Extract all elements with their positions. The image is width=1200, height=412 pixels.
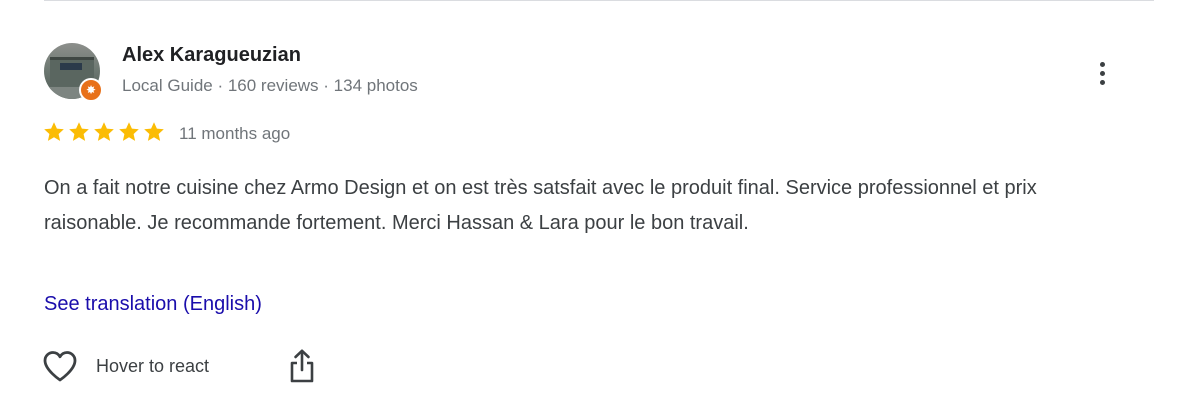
author-name[interactable]: Alex Karagueuzian bbox=[122, 44, 301, 67]
star-icon bbox=[119, 122, 139, 141]
review-date: 11 months ago bbox=[179, 124, 291, 143]
react-button[interactable]: Hover to react bbox=[42, 348, 209, 384]
more-options-button[interactable] bbox=[1088, 56, 1116, 90]
share-icon bbox=[290, 349, 314, 383]
avatar-sign bbox=[60, 63, 82, 70]
more-vertical-icon-dot bbox=[1099, 79, 1105, 85]
more-vertical-icon-dot bbox=[1099, 70, 1105, 76]
react-label: Hover to react bbox=[96, 355, 210, 376]
star-icon bbox=[94, 122, 114, 141]
author-avatar-wrapper[interactable]: ✸ bbox=[44, 43, 103, 102]
share-button[interactable] bbox=[286, 348, 318, 384]
heart-icon bbox=[43, 351, 77, 382]
more-vertical-icon bbox=[1099, 61, 1105, 67]
see-translation-link[interactable]: See translation (English) bbox=[44, 293, 262, 316]
top-divider bbox=[44, 0, 1154, 1]
star-icon bbox=[44, 122, 64, 141]
author-meta: Local Guide · 160 reviews · 134 photos bbox=[122, 76, 418, 95]
star-rating bbox=[42, 120, 166, 146]
star-icon bbox=[144, 122, 164, 141]
local-guide-star-icon: ✸ bbox=[79, 78, 103, 102]
star-icon bbox=[69, 122, 89, 141]
review-text: On a fait notre cuisine chez Armo Design… bbox=[44, 177, 1037, 234]
